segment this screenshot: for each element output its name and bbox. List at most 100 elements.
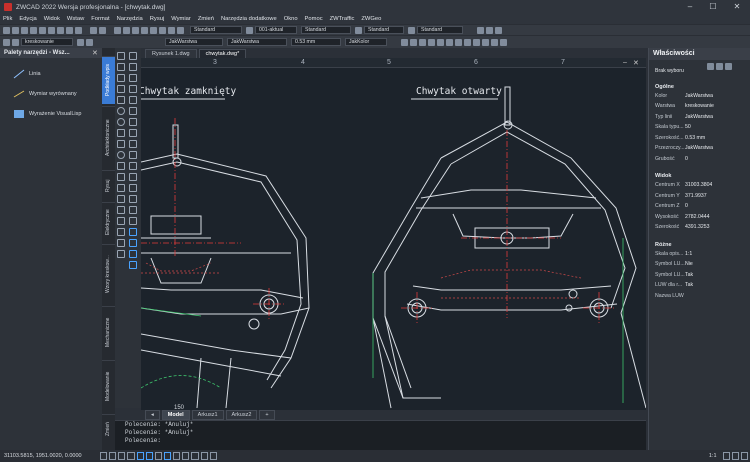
- lock-ui-icon[interactable]: [731, 452, 739, 460]
- paste-icon[interactable]: [66, 26, 73, 34]
- dim-style-combo[interactable]: Standard: [301, 26, 351, 34]
- menu-okno[interactable]: Okno: [284, 16, 298, 22]
- prop-value[interactable]: 50: [685, 124, 691, 130]
- region-icon[interactable]: [117, 228, 125, 236]
- osnap-extension-icon[interactable]: [455, 38, 462, 46]
- multileader-style-icon[interactable]: [408, 26, 415, 34]
- select-objects-icon[interactable]: [716, 63, 723, 70]
- workspace-icon[interactable]: [722, 452, 730, 460]
- section-misc[interactable]: Różne: [649, 241, 750, 249]
- palette-close-icon[interactable]: ✕: [92, 49, 98, 57]
- layer-freeze-icon[interactable]: [129, 250, 137, 258]
- stretch-icon[interactable]: [129, 140, 137, 148]
- rectangle-icon[interactable]: [117, 96, 125, 104]
- command-prompt[interactable]: Polecenie:: [125, 437, 646, 445]
- spline-icon[interactable]: [117, 140, 125, 148]
- tab-arkusz2[interactable]: Arkusz2: [225, 410, 258, 420]
- hatch-icon[interactable]: [117, 206, 125, 214]
- annotation-scale[interactable]: 1:1: [709, 453, 717, 459]
- text-style-combo[interactable]: Standard: [190, 26, 242, 34]
- pan-icon[interactable]: [114, 26, 121, 34]
- menu-zmien[interactable]: Zmień: [198, 16, 214, 22]
- break-icon[interactable]: [129, 173, 137, 181]
- tab-wzory-kreskowania[interactable]: Wzory kreskow...: [102, 244, 115, 304]
- fillet-icon[interactable]: [129, 206, 137, 214]
- lineweight-combo[interactable]: 0.53 mm: [291, 38, 341, 46]
- redo-icon[interactable]: [99, 26, 106, 34]
- array-icon[interactable]: [129, 96, 137, 104]
- open-icon[interactable]: [12, 26, 19, 34]
- tab-rysunek1[interactable]: Rysunek 1.dwg: [145, 49, 197, 58]
- menu-rysuj[interactable]: Rysuj: [150, 16, 165, 22]
- snap-toggle-icon[interactable]: [109, 452, 117, 460]
- preview-icon[interactable]: [39, 26, 46, 34]
- prop-value[interactable]: Nie: [685, 261, 693, 267]
- drawing-canvas[interactable]: 3 4 5 6 7 – ✕ Chwytak zamknięty Chwytak …: [141, 58, 646, 410]
- menu-wymiar[interactable]: Wymiar: [171, 16, 191, 22]
- prop-value[interactable]: Tak: [685, 282, 693, 288]
- add-layout-button[interactable]: +: [259, 410, 275, 420]
- circle-icon[interactable]: [117, 118, 125, 126]
- tool-palettes-icon[interactable]: [168, 26, 175, 34]
- revision-cloud-icon[interactable]: [117, 129, 125, 137]
- plot-style-combo[interactable]: JakKolor: [345, 38, 387, 46]
- grid-icon[interactable]: [495, 26, 502, 34]
- otrack-toggle-icon[interactable]: [145, 452, 153, 460]
- model-space-icon[interactable]: [200, 452, 208, 460]
- tab-architektoniczne[interactable]: Architektoniczne: [102, 106, 115, 168]
- layer-previous-icon[interactable]: [77, 38, 84, 46]
- command-line[interactable]: Polecenie: *Anuluj* Polecenie: *Anuluj* …: [115, 420, 646, 450]
- polyline-icon[interactable]: [117, 74, 125, 82]
- osnap-node-icon[interactable]: [428, 38, 435, 46]
- tab-chwytak[interactable]: chwytak.dwg*: [198, 49, 247, 58]
- match-properties-icon[interactable]: [75, 26, 82, 34]
- color-combo[interactable]: JakWarstwa: [165, 38, 223, 46]
- palette-item-visuallisp[interactable]: Wyrażenie VisualLisp: [0, 104, 102, 124]
- menu-pomoc[interactable]: Pomoc: [305, 16, 323, 22]
- properties-icon[interactable]: [150, 26, 157, 34]
- layer-combo[interactable]: 001-aktual: [255, 26, 297, 34]
- menu-zwgeo[interactable]: ZWGeo: [361, 16, 381, 22]
- fullscreen-icon[interactable]: [740, 452, 748, 460]
- rotate-icon[interactable]: [129, 118, 137, 126]
- prop-value[interactable]: Tak: [685, 272, 693, 278]
- prop-value[interactable]: JakWarstwa: [685, 93, 713, 99]
- new-icon[interactable]: [3, 26, 10, 34]
- arc-icon[interactable]: [117, 107, 125, 115]
- linetype-combo[interactable]: JakWarstwa: [227, 38, 287, 46]
- chamfer-icon[interactable]: [129, 195, 137, 203]
- layer-state-icon[interactable]: [12, 38, 19, 46]
- polygon-icon[interactable]: [117, 85, 125, 93]
- close-button[interactable]: ✕: [727, 2, 747, 12]
- zoom-window-icon[interactable]: [132, 26, 139, 34]
- layer-tool-icon[interactable]: [129, 228, 137, 236]
- table-icon[interactable]: [117, 239, 125, 247]
- mtext-icon[interactable]: [117, 250, 125, 258]
- tab-model[interactable]: Model: [161, 410, 190, 420]
- tab-elektryczne[interactable]: Elektryczne: [102, 202, 115, 242]
- prop-value[interactable]: JakWarstwa: [685, 145, 713, 151]
- osnap-nearest-icon[interactable]: [491, 38, 498, 46]
- zoom-icon[interactable]: [123, 26, 130, 34]
- palette-item-line[interactable]: Linia: [0, 64, 102, 84]
- table-style-combo[interactable]: Standard: [364, 26, 404, 34]
- menu-narzedzia[interactable]: Narzędzia: [117, 16, 143, 22]
- table-style-icon[interactable]: [355, 26, 362, 34]
- osnap-toggle-icon[interactable]: [136, 452, 144, 460]
- selection-combo[interactable]: Brak wyboru: [649, 66, 750, 77]
- join-icon[interactable]: [129, 184, 137, 192]
- palette-item-aligned-dimension[interactable]: Wymiar wyrównany: [0, 84, 102, 104]
- section-view[interactable]: Widok: [649, 172, 750, 180]
- snap-icon[interactable]: [477, 26, 484, 34]
- maximize-button[interactable]: ☐: [703, 2, 723, 12]
- annotation-monitor-icon[interactable]: [191, 452, 199, 460]
- ellipse-arc-icon[interactable]: [117, 162, 125, 170]
- osnap-settings-icon[interactable]: [500, 38, 507, 46]
- section-general[interactable]: Ogólne: [649, 83, 750, 91]
- prop-value[interactable]: kreskowanie: [685, 103, 714, 109]
- extend-icon[interactable]: [129, 162, 137, 170]
- lineweight-toggle-icon[interactable]: [164, 452, 172, 460]
- print-icon[interactable]: [30, 26, 37, 34]
- construction-line-icon[interactable]: [117, 63, 125, 71]
- menu-widok[interactable]: Widok: [44, 16, 60, 22]
